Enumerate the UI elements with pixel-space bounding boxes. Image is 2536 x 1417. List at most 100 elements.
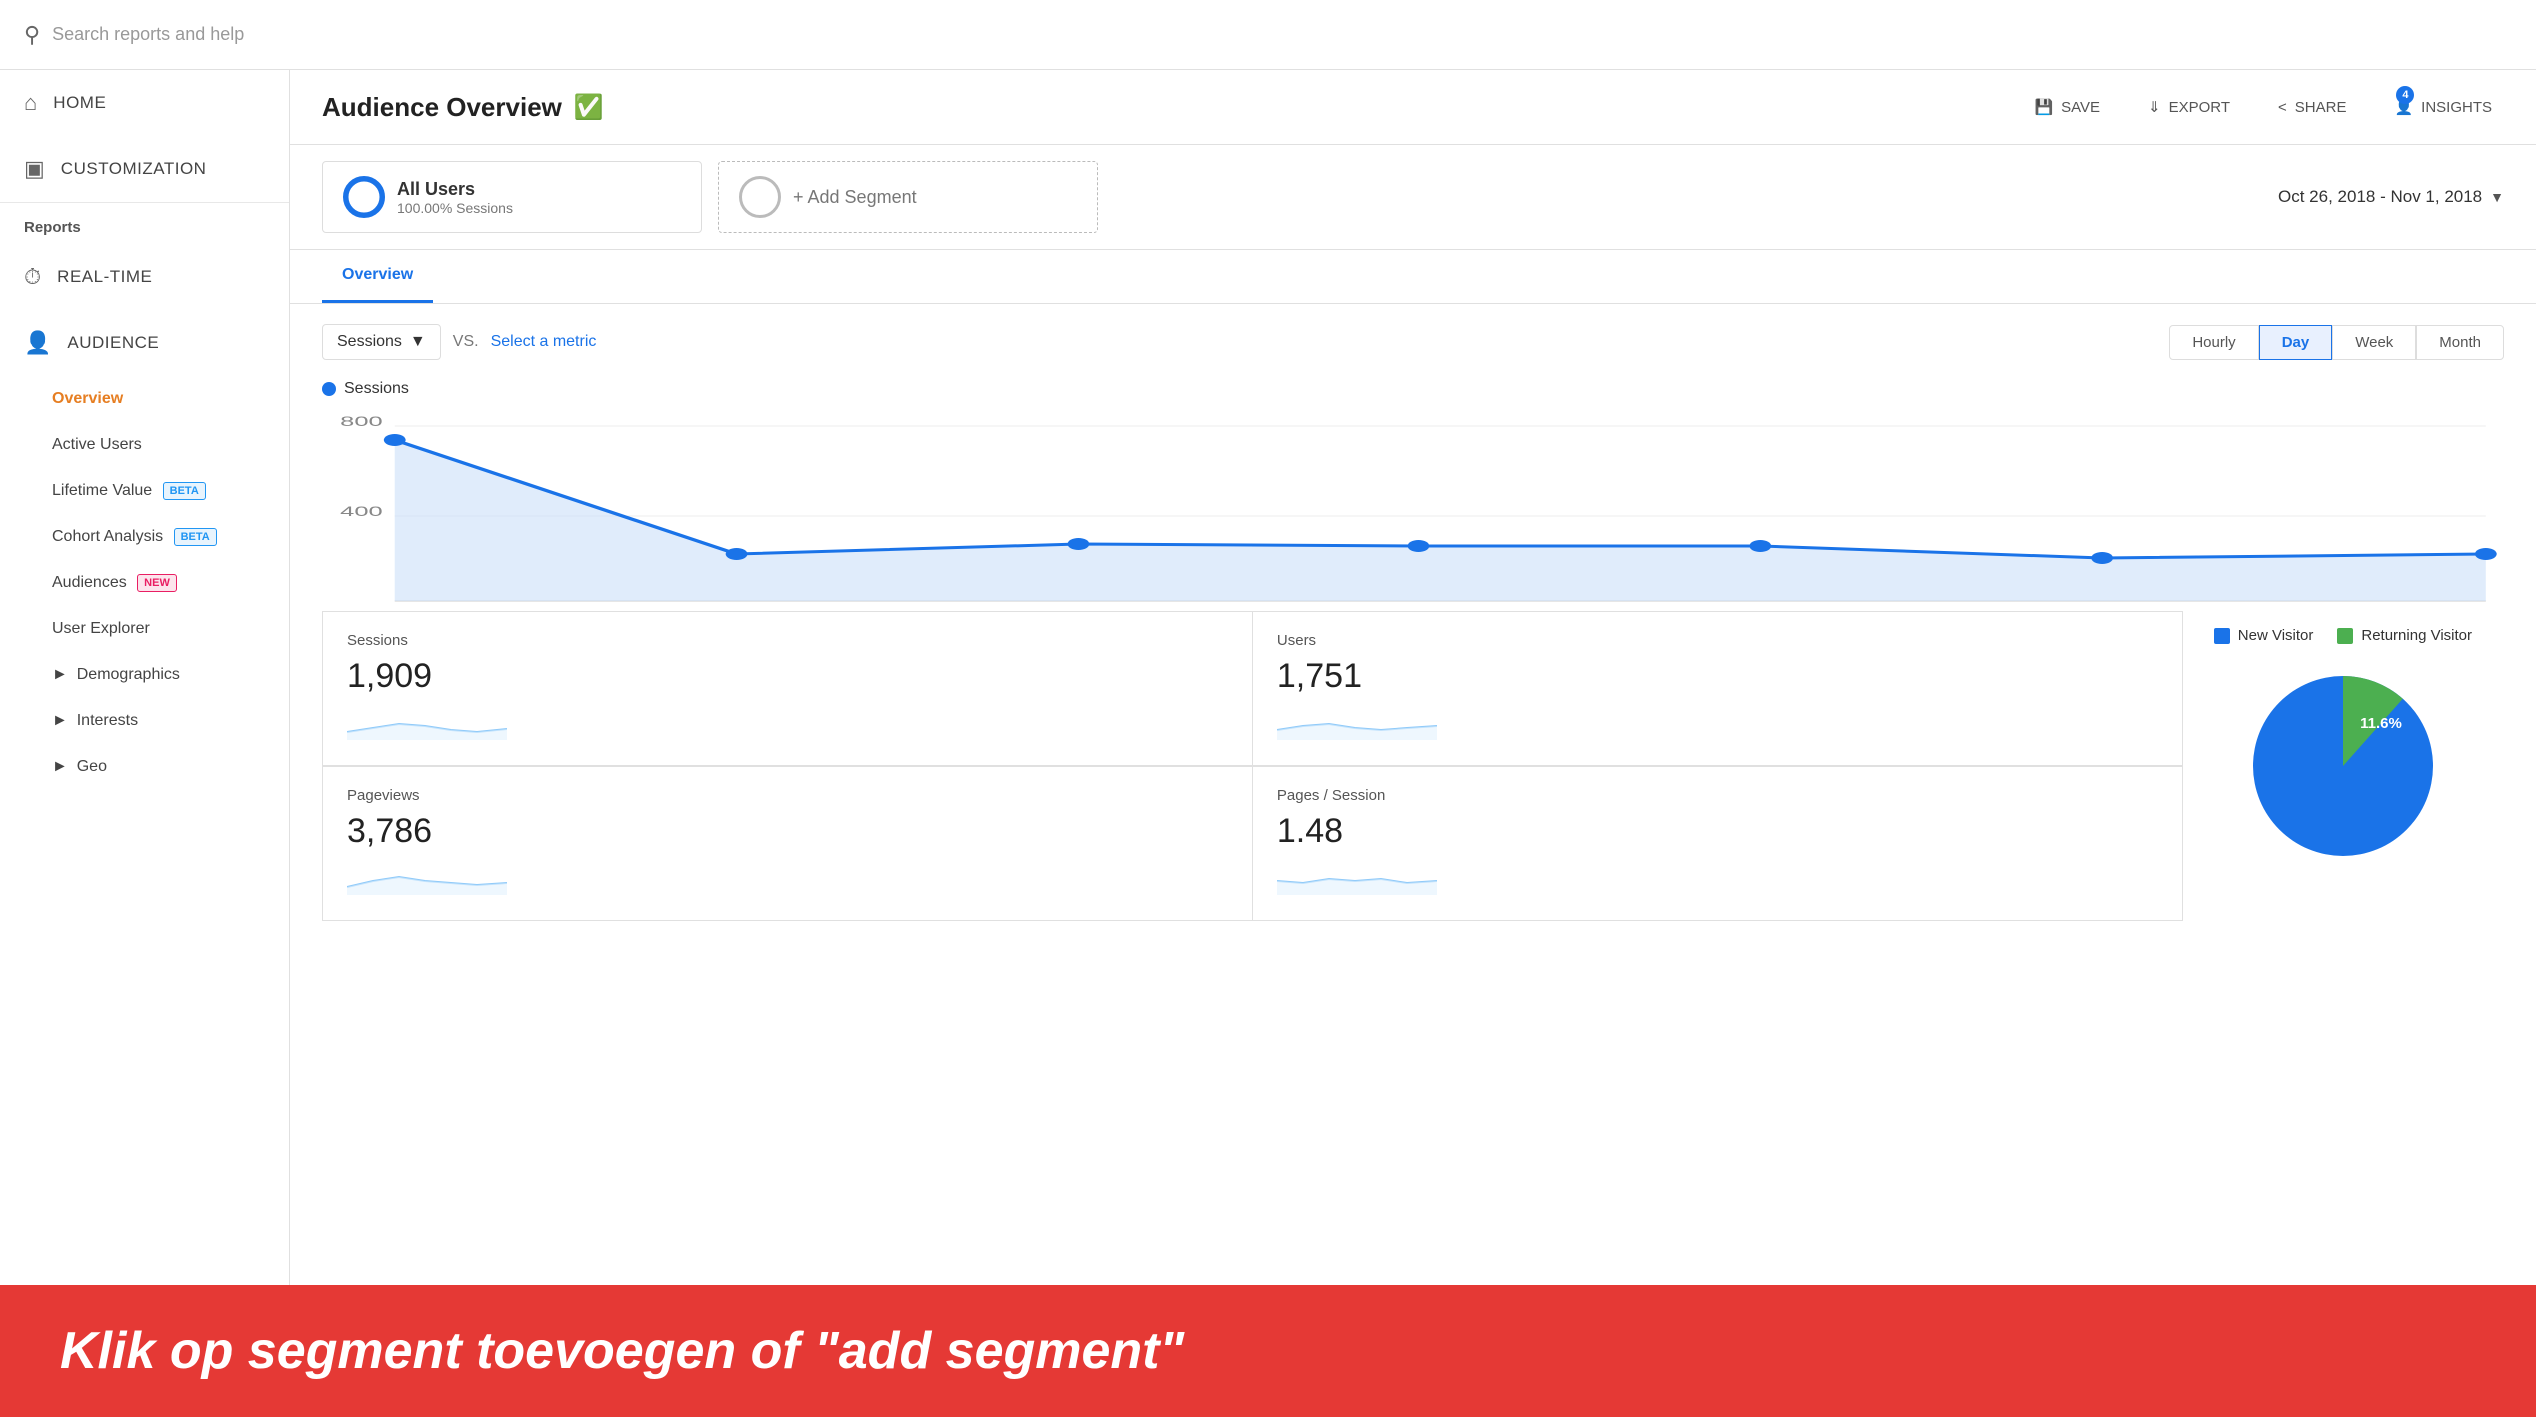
chart-dot-2 <box>1068 538 1090 550</box>
stat-users-sparkline <box>1277 704 1437 740</box>
segment-info: All Users 100.00% Sessions <box>397 179 513 216</box>
add-segment-label: + Add Segment <box>793 187 917 208</box>
stat-pps-sparkline <box>1277 859 1437 895</box>
beta-badge-cohort: BETA <box>174 528 217 546</box>
stat-pageviews-label: Pageviews <box>347 787 1228 804</box>
clock-icon: ⏱ <box>24 264 41 290</box>
sidebar-sub-item-active-users[interactable]: Active Users <box>0 422 289 468</box>
realtime-label: REAL-TIME <box>57 267 152 287</box>
expand-icon-interests: ► <box>52 712 68 730</box>
returning-visitor-dot <box>2337 628 2353 644</box>
pie-legend: New Visitor Returning Visitor <box>2214 627 2472 644</box>
sidebar-item-audience[interactable]: 👤 AUDIENCE <box>0 310 289 376</box>
sidebar-item-realtime[interactable]: ⏱ REAL-TIME <box>0 244 289 310</box>
date-range-picker[interactable]: Oct 26, 2018 - Nov 1, 2018 ▼ <box>2278 187 2504 207</box>
export-button[interactable]: ⇓ EXPORT <box>2136 90 2242 124</box>
chart-dot-0 <box>384 434 406 446</box>
stat-pages-per-session[interactable]: Pages / Session 1.48 <box>1252 766 2183 921</box>
reports-section: Reports <box>0 202 289 244</box>
save-icon: 💾 <box>2034 98 2053 116</box>
share-button[interactable]: < SHARE <box>2266 91 2358 124</box>
bottom-banner: Klik op segment toevoegen of "add segmen… <box>0 1285 2536 1417</box>
stat-pageviews-value: 3,786 <box>347 812 1228 851</box>
pie-chart-svg: 11.6% <box>2233 656 2453 876</box>
search-area: ⚲ Search reports and help <box>24 22 324 48</box>
sidebar-sub-item-user-explorer[interactable]: User Explorer <box>0 606 289 652</box>
home-icon: ⌂ <box>24 90 37 116</box>
sidebar-sub-item-overview[interactable]: Overview <box>0 376 289 422</box>
audience-sub-items: Overview Active Users Lifetime Value BET… <box>0 376 289 790</box>
y-label-400: 400 <box>340 504 382 520</box>
segment-name: All Users <box>397 179 513 200</box>
tab-overview[interactable]: Overview <box>322 250 433 303</box>
stat-sessions-label: Sessions <box>347 632 1228 649</box>
search-icon: ⚲ <box>24 22 40 48</box>
content-header: Audience Overview ✅ 💾 SAVE ⇓ EXPORT < SH… <box>290 70 2536 145</box>
all-users-segment[interactable]: All Users 100.00% Sessions <box>322 161 702 233</box>
new-badge-audiences: NEW <box>137 574 177 592</box>
search-input[interactable]: Search reports and help <box>52 24 244 45</box>
home-label: HOME <box>53 93 106 113</box>
time-buttons: Hourly Day Week Month <box>2169 325 2504 360</box>
stats-grid: Sessions 1,909 Users 1,751 <box>322 611 2182 921</box>
stat-sessions-value: 1,909 <box>347 657 1228 696</box>
banner-text: Klik op segment toevoegen of "add segmen… <box>60 1321 1184 1381</box>
verified-icon: ✅ <box>574 93 604 122</box>
audience-label: AUDIENCE <box>67 333 159 353</box>
time-btn-hourly[interactable]: Hourly <box>2169 325 2258 360</box>
vs-label: VS. <box>453 333 479 351</box>
export-label: EXPORT <box>2169 99 2230 116</box>
chart-controls: Sessions ▼ VS. Select a metric Hourly Da… <box>290 304 2536 370</box>
pie-returning-label: 11.6% <box>2360 715 2402 732</box>
header-actions: 💾 SAVE ⇓ EXPORT < SHARE 👤 4 INSIGHTS <box>2022 90 2504 124</box>
chart-svg: 800 400 <box>322 406 2504 606</box>
date-range-arrow-icon: ▼ <box>2490 189 2504 205</box>
main-content: Audience Overview ✅ 💾 SAVE ⇓ EXPORT < SH… <box>290 70 2536 1285</box>
sidebar-expandable-demographics[interactable]: ► Demographics <box>0 652 289 698</box>
page-title: Audience Overview <box>322 92 562 123</box>
chart-dot-4 <box>1749 540 1771 552</box>
stat-users[interactable]: Users 1,751 <box>1252 611 2183 766</box>
insights-button[interactable]: 👤 4 INSIGHTS <box>2382 90 2504 124</box>
export-icon: ⇓ <box>2148 98 2161 116</box>
insights-label: INSIGHTS <box>2421 99 2492 116</box>
time-btn-day[interactable]: Day <box>2259 325 2333 360</box>
stats-pie-area: Sessions 1,909 Users 1,751 <box>290 611 2536 921</box>
y-label-800: 800 <box>340 414 382 430</box>
stat-users-value: 1,751 <box>1277 657 2158 696</box>
sidebar-expandable-interests[interactable]: ► Interests <box>0 698 289 744</box>
chart-area: Sessions 800 400 <box>290 370 2536 611</box>
stat-pageviews-sparkline <box>347 859 507 895</box>
segment-sub: 100.00% Sessions <box>397 200 513 216</box>
share-label: SHARE <box>2295 99 2347 116</box>
new-visitor-label: New Visitor <box>2238 627 2314 644</box>
sidebar-item-customization[interactable]: ▣ CUSTOMIZATION <box>0 136 289 202</box>
pie-chart-section: New Visitor Returning Visitor <box>2182 611 2504 892</box>
date-range-text: Oct 26, 2018 - Nov 1, 2018 <box>2278 187 2482 207</box>
stat-sessions[interactable]: Sessions 1,909 <box>322 611 1253 766</box>
sidebar-sub-item-lifetime-value[interactable]: Lifetime Value BETA <box>0 468 289 514</box>
dropdown-arrow-icon: ▼ <box>410 333 426 351</box>
chart-dot-3 <box>1408 540 1430 552</box>
person-icon: 👤 <box>24 330 51 356</box>
stat-users-label: Users <box>1277 632 2158 649</box>
sidebar-expandable-geo[interactable]: ► Geo <box>0 744 289 790</box>
chart-legend: Sessions <box>322 380 2504 398</box>
overview-tabs: Overview <box>290 250 2536 304</box>
expand-icon-demographics: ► <box>52 666 68 684</box>
time-btn-month[interactable]: Month <box>2416 325 2504 360</box>
sidebar-sub-item-audiences[interactable]: Audiences NEW <box>0 560 289 606</box>
segments-bar: All Users 100.00% Sessions + Add Segment… <box>290 145 2536 250</box>
save-button[interactable]: 💾 SAVE <box>2022 90 2112 124</box>
chart-dot-1 <box>726 548 748 560</box>
stat-pageviews[interactable]: Pageviews 3,786 <box>322 766 1253 921</box>
sidebar-item-home[interactable]: ⌂ HOME <box>0 70 289 136</box>
top-bar: ⚲ Search reports and help <box>0 0 2536 70</box>
add-segment-button[interactable]: + Add Segment <box>718 161 1098 233</box>
pie-legend-new-visitor: New Visitor <box>2214 627 2314 644</box>
select-metric-link[interactable]: Select a metric <box>491 333 597 351</box>
metric-dropdown[interactable]: Sessions ▼ <box>322 324 441 360</box>
sidebar-sub-item-cohort-analysis[interactable]: Cohort Analysis BETA <box>0 514 289 560</box>
stat-pages-per-session-label: Pages / Session <box>1277 787 2158 804</box>
time-btn-week[interactable]: Week <box>2332 325 2416 360</box>
